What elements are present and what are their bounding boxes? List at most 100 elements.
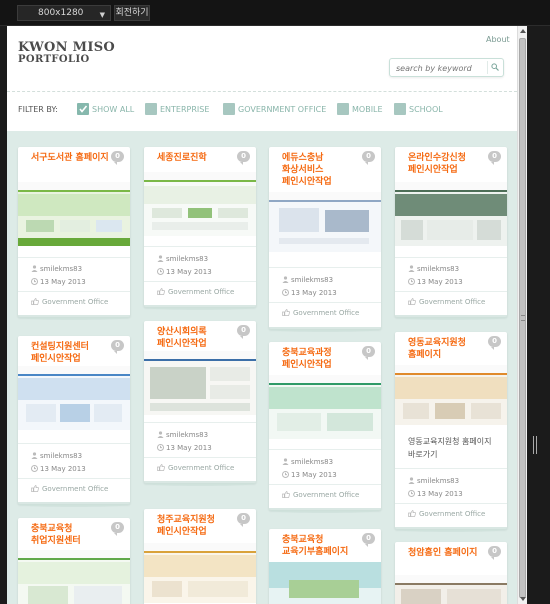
clock-icon bbox=[157, 268, 164, 275]
card-title[interactable]: 세종진로진학 bbox=[157, 152, 237, 164]
portfolio-card[interactable]: 충북교육청 취업지원센터 0 bbox=[18, 518, 130, 604]
portfolio-card[interactable]: 컨설팅지원센터 페인시안작업 0 smilekms83 13 May 2013 … bbox=[18, 336, 130, 507]
portfolio-card[interactable]: 서구도서관 홈페이지 0 smilekms83 13 May 2013 Gove… bbox=[18, 147, 130, 320]
card-thumbnail[interactable] bbox=[18, 550, 130, 604]
card-title[interactable]: 충북교육청 교육기부홈페이지 bbox=[282, 534, 362, 558]
card-thumbnail[interactable] bbox=[395, 182, 507, 246]
category-link[interactable]: Government Office bbox=[419, 510, 485, 518]
thumb-block bbox=[327, 413, 373, 431]
thumb-block bbox=[26, 220, 54, 232]
category-link[interactable]: Government Office bbox=[293, 309, 359, 317]
author-name[interactable]: smilekms83 bbox=[291, 458, 333, 466]
filter-school[interactable]: SCHOOL bbox=[394, 103, 449, 116]
thumb-header bbox=[18, 366, 130, 376]
thumb-block bbox=[150, 403, 250, 411]
card-title[interactable]: 온라인수강신청 페인시안작업 bbox=[408, 152, 488, 176]
card-date: 13 May 2013 bbox=[31, 278, 86, 286]
card-title[interactable]: 충북교육과정 페인시안작업 bbox=[282, 347, 362, 371]
author-name[interactable]: smilekms83 bbox=[166, 431, 208, 439]
category-link[interactable]: Government Office bbox=[168, 464, 234, 472]
card-thumbnail[interactable] bbox=[18, 366, 130, 430]
portfolio-card[interactable]: 양산시회의록 페인시안작업 0 smilekms83 13 May 2013 G… bbox=[144, 321, 256, 486]
thumb-banner bbox=[395, 194, 507, 216]
thumb-header bbox=[18, 550, 130, 560]
filter-government-office[interactable]: GOVERNMENT OFFICE bbox=[223, 103, 328, 116]
author-name[interactable]: smilekms83 bbox=[291, 276, 333, 284]
portfolio-card[interactable]: 청주교육지원청 페인시안작업 0 bbox=[144, 509, 256, 604]
device-size-select[interactable]: 800x1280 ▼ bbox=[17, 5, 111, 21]
card-thumbnail[interactable] bbox=[269, 562, 381, 604]
scroll-down-arrow-icon[interactable] bbox=[520, 597, 526, 601]
rotate-button[interactable]: 회전하기 bbox=[114, 5, 150, 21]
thumb-header bbox=[395, 365, 507, 375]
card-title[interactable]: 충북교육청 취업지원센터 bbox=[31, 523, 111, 547]
card-title[interactable]: 청암홈인 홈페이지 bbox=[408, 547, 488, 559]
card-thumbnail[interactable] bbox=[395, 365, 507, 425]
card-thumbnail[interactable] bbox=[269, 375, 381, 439]
portfolio-card[interactable]: 충북교육과정 페인시안작업 0 smilekms83 13 May 2013 G… bbox=[269, 342, 381, 513]
portfolio-card[interactable]: 영동교육지원청 홈페이지 0 영동교육지원청 홈페이지 바로가기 smilekm… bbox=[395, 332, 507, 532]
thumb-block bbox=[28, 586, 68, 604]
category-link[interactable]: Government Office bbox=[42, 485, 108, 493]
card-author: smilekms83 bbox=[31, 265, 82, 273]
category-link[interactable]: Government Office bbox=[293, 491, 359, 499]
thumb-block bbox=[471, 403, 501, 419]
author-name[interactable]: smilekms83 bbox=[40, 452, 82, 460]
author-name[interactable]: smilekms83 bbox=[166, 255, 208, 263]
filter-label: FILTER BY: bbox=[18, 105, 58, 114]
category-link[interactable]: Government Office bbox=[42, 298, 108, 306]
filter-mobile[interactable]: MOBILE bbox=[337, 103, 387, 116]
author-name[interactable]: smilekms83 bbox=[417, 477, 459, 485]
scroll-up-arrow-icon[interactable] bbox=[520, 29, 526, 33]
card-divider bbox=[18, 478, 130, 479]
scrollbar-thumb[interactable] bbox=[519, 38, 526, 598]
thumb-block bbox=[277, 413, 321, 431]
thumb-block bbox=[210, 367, 250, 381]
checkbox-icon bbox=[223, 103, 235, 115]
clock-icon bbox=[31, 465, 38, 472]
vertical-scrollbar[interactable] bbox=[517, 26, 527, 604]
search-input[interactable] bbox=[396, 62, 484, 74]
clock-icon bbox=[408, 278, 415, 285]
card-thumbnail[interactable] bbox=[269, 192, 381, 252]
category-link[interactable]: Government Office bbox=[419, 298, 485, 306]
card-bottom-curve bbox=[395, 527, 507, 532]
card-title[interactable]: 청주교육지원청 페인시안작업 bbox=[157, 514, 237, 538]
card-thumbnail[interactable] bbox=[395, 575, 507, 604]
portfolio-card[interactable]: 청암홈인 홈페이지 0 bbox=[395, 542, 507, 604]
site-logo-line1[interactable]: KWON MISO bbox=[18, 40, 115, 55]
card-thumbnail[interactable] bbox=[18, 182, 130, 246]
card-title[interactable]: 양산시회의록 페인시안작업 bbox=[157, 326, 237, 350]
thumb-block bbox=[401, 220, 423, 240]
card-divider bbox=[395, 291, 507, 292]
card-title[interactable]: 에듀스충남 화상서비스 페인시안작업 bbox=[282, 152, 362, 188]
filter-enterprise[interactable]: ENTERPRISE bbox=[145, 103, 215, 116]
comment-count-badge: 0 bbox=[237, 325, 250, 339]
card-title[interactable]: 서구도서관 홈페이지 bbox=[31, 152, 111, 164]
card-thumbnail[interactable] bbox=[144, 543, 256, 603]
card-thumbnail[interactable] bbox=[144, 351, 256, 415]
search-icon[interactable] bbox=[487, 61, 501, 74]
card-bottom-curve bbox=[395, 315, 507, 320]
card-divider bbox=[18, 257, 130, 258]
filter-label-text: ENTERPRISE bbox=[160, 105, 210, 114]
thumb-block bbox=[325, 210, 369, 232]
category-link[interactable]: Government Office bbox=[168, 288, 234, 296]
author-name[interactable]: smilekms83 bbox=[417, 265, 459, 273]
thumb-block bbox=[74, 586, 122, 604]
portfolio-card[interactable]: 에듀스충남 화상서비스 페인시안작업 0 smilekms83 13 May 2… bbox=[269, 147, 381, 332]
author-name[interactable]: smilekms83 bbox=[40, 265, 82, 273]
portfolio-card[interactable]: 세종진로진학 0 smilekms83 13 May 2013 Governme… bbox=[144, 147, 256, 310]
resize-handle[interactable] bbox=[533, 436, 537, 454]
card-thumbnail[interactable] bbox=[144, 172, 256, 236]
portfolio-card[interactable]: 충북교육청 교육기부홈페이지 0 bbox=[269, 529, 381, 604]
card-title[interactable]: 영동교육지원청 홈페이지 bbox=[408, 337, 488, 361]
portfolio-card[interactable]: 온라인수강신청 페인시안작업 0 smilekms83 13 May 2013 … bbox=[395, 147, 507, 320]
filter-show-all[interactable]: SHOW ALL bbox=[77, 103, 137, 116]
about-link[interactable]: About bbox=[486, 35, 510, 44]
site-logo-line2[interactable]: PORTFOLIO bbox=[18, 54, 90, 65]
comment-count-badge: 0 bbox=[111, 340, 124, 354]
card-title[interactable]: 컨설팅지원센터 페인시안작업 bbox=[31, 341, 111, 365]
card-date: 13 May 2013 bbox=[408, 278, 463, 286]
filter-label-text: MOBILE bbox=[352, 105, 383, 114]
